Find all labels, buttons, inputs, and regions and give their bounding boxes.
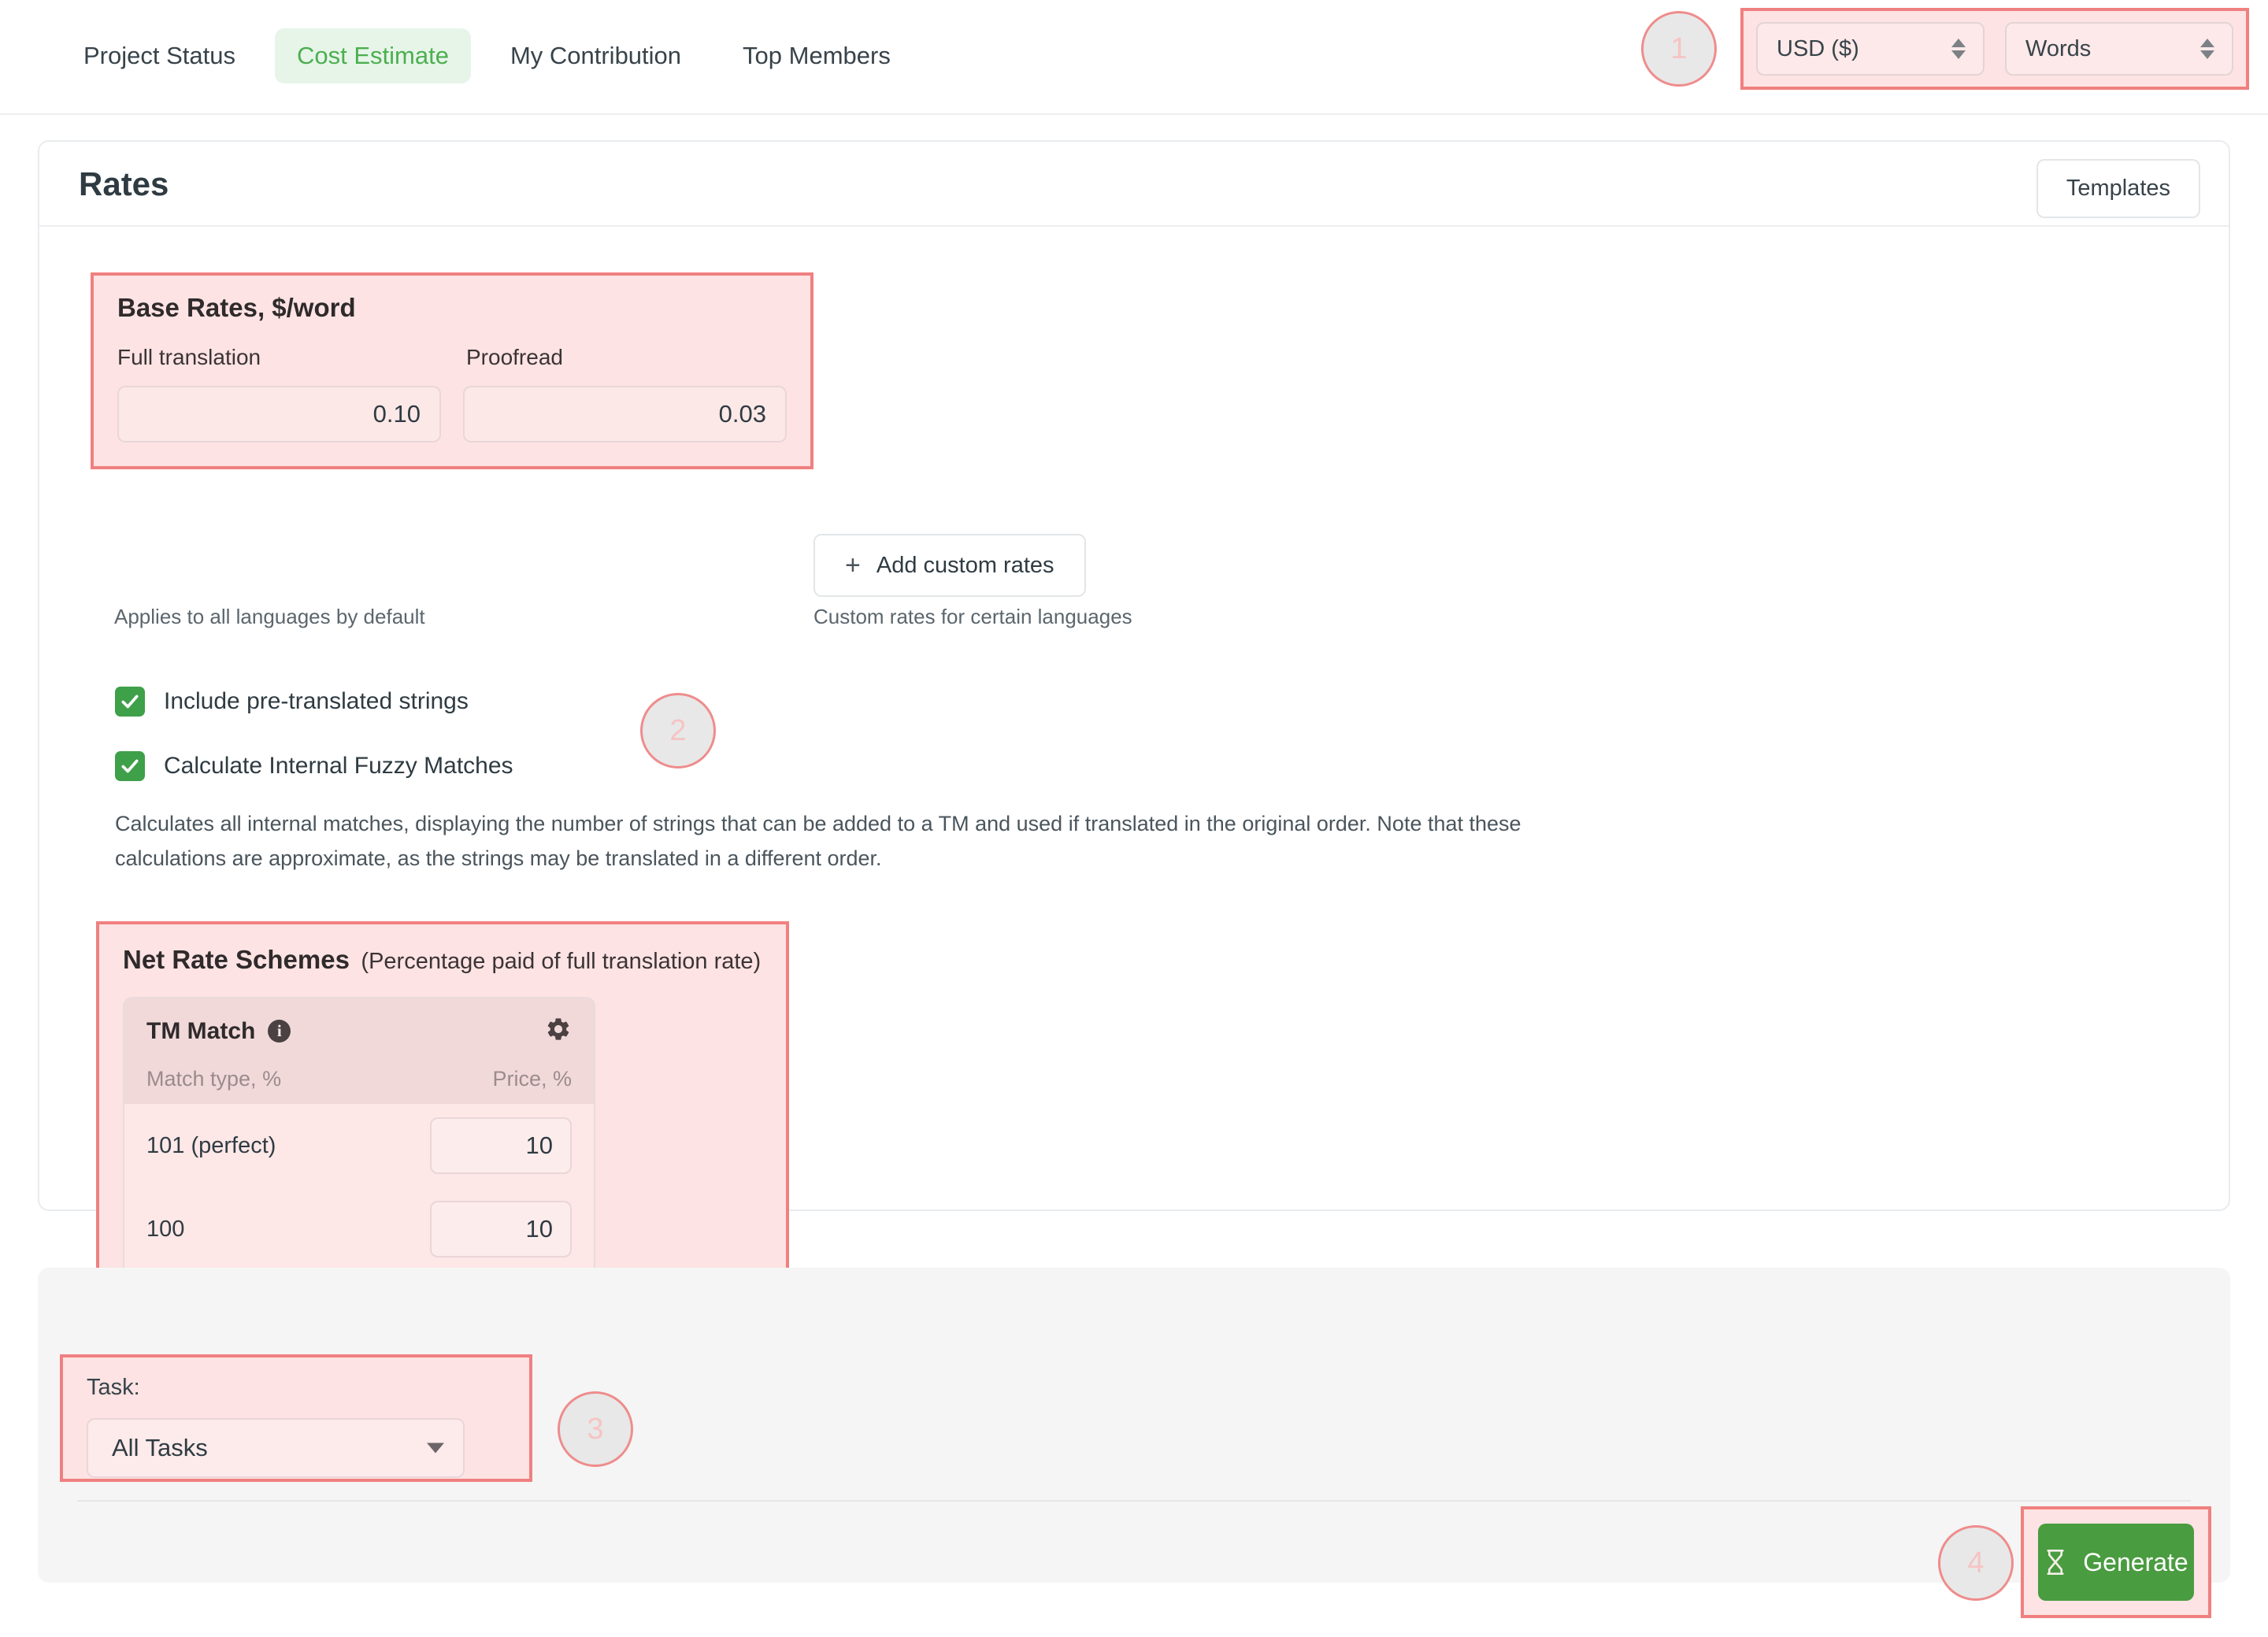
rates-card-header: Rates Templates (39, 142, 2229, 227)
currency-select-value: USD ($) (1777, 36, 1859, 62)
table-row: 101 (perfect) 10 (124, 1104, 594, 1187)
info-icon[interactable]: i (268, 1020, 291, 1043)
custom-rates-hint: Custom rates for certain languages (813, 605, 1132, 629)
add-custom-rates-button[interactable]: + Add custom rates (813, 534, 1086, 597)
hourglass-icon (2044, 1549, 2067, 1576)
checkmark-icon (115, 751, 145, 781)
tab-my-contribution[interactable]: My Contribution (488, 28, 703, 83)
tm-match-title-row: TM Match i (146, 1018, 291, 1045)
annotation-marker-1: 1 (1641, 11, 1717, 87)
updown-chevron-icon (1951, 39, 1966, 59)
annotation-marker-4: 4 (1938, 1525, 2014, 1601)
panel-divider (77, 1500, 2191, 1502)
tab-top-members[interactable]: Top Members (721, 28, 913, 83)
tm-match-card-header: TM Match i Match type, % Price, % (124, 998, 594, 1104)
net-rate-schemes-highlight-box: Net Rate Schemes (Percentage paid of ful… (96, 921, 789, 1321)
price-input[interactable]: 10 (430, 1201, 572, 1257)
checkbox-label: Calculate Internal Fuzzy Matches (164, 753, 513, 780)
gear-icon[interactable] (545, 1016, 572, 1046)
base-rates-labels: Full translation Proofread (117, 345, 787, 370)
top-navigation-bar: Project Status Cost Estimate My Contribu… (0, 0, 2268, 115)
toolbar-right: 1 USD ($) Words (1641, 8, 2249, 90)
fuzzy-matches-description: Calculates all internal matches, display… (115, 807, 1556, 876)
checkbox-include-pretranslated[interactable]: Include pre-translated strings (115, 687, 513, 717)
page-title: Rates (79, 165, 169, 203)
column-header-match-type: Match type, % (146, 1067, 281, 1091)
generate-button-label: Generate (2083, 1548, 2188, 1577)
task-select-value: All Tasks (112, 1434, 208, 1462)
match-type-value: 101 (perfect) (146, 1133, 276, 1159)
chevron-down-icon (427, 1443, 444, 1454)
price-input[interactable]: 10 (430, 1117, 572, 1174)
base-rates-highlight-box: Base Rates, $/word Full translation Proo… (91, 272, 813, 469)
column-header-price: Price, % (492, 1067, 572, 1091)
tab-cost-estimate[interactable]: Cost Estimate (275, 28, 471, 83)
full-translation-input[interactable]: 0.10 (117, 386, 441, 443)
net-rate-schemes-title: Net Rate Schemes (123, 945, 350, 974)
table-row: 100 10 (124, 1187, 594, 1271)
tm-match-title: TM Match (146, 1018, 255, 1045)
annotation-marker-3: 3 (558, 1391, 633, 1467)
generate-button[interactable]: Generate (2038, 1524, 2194, 1601)
generate-panel: Task: All Tasks 3 4 Generate (38, 1268, 2230, 1583)
add-custom-rates-label: Add custom rates (876, 553, 1054, 579)
unit-select[interactable]: Words (2005, 22, 2233, 76)
selects-highlight-box: USD ($) Words (1740, 8, 2249, 90)
task-highlight-box: Task: All Tasks (60, 1354, 532, 1482)
tab-project-status[interactable]: Project Status (61, 28, 258, 83)
full-translation-label: Full translation (117, 345, 466, 370)
plus-icon: + (845, 552, 861, 579)
task-select[interactable]: All Tasks (87, 1418, 465, 1478)
proofread-label: Proofread (466, 345, 563, 370)
proofread-input[interactable]: 0.03 (463, 386, 787, 443)
checkmark-icon (115, 687, 145, 717)
options-checkbox-group: Include pre-translated strings Calculate… (115, 687, 513, 816)
templates-button[interactable]: Templates (2036, 159, 2200, 218)
rates-card: Rates Templates Base Rates, $/word Full … (38, 140, 2230, 1211)
checkbox-calculate-internal-fuzzy-matches[interactable]: Calculate Internal Fuzzy Matches (115, 751, 513, 781)
tab-list: Project Status Cost Estimate My Contribu… (61, 28, 930, 83)
tm-match-scheme-card: TM Match i Match type, % Price, % 101 (p… (123, 997, 595, 1302)
updown-chevron-icon (2200, 39, 2214, 59)
generate-highlight-box: Generate (2021, 1506, 2211, 1618)
net-rate-schemes-heading: Net Rate Schemes (Percentage paid of ful… (123, 945, 786, 975)
net-rate-schemes-subtitle: (Percentage paid of full translation rat… (361, 949, 761, 974)
currency-select[interactable]: USD ($) (1756, 22, 1984, 76)
annotation-marker-2: 2 (640, 693, 716, 769)
task-label: Task: (87, 1375, 506, 1401)
base-rates-title: Base Rates, $/word (117, 293, 787, 323)
unit-select-value: Words (2025, 36, 2091, 62)
base-rates-hint: Applies to all languages by default (114, 605, 425, 629)
match-type-value: 100 (146, 1217, 184, 1243)
checkbox-label: Include pre-translated strings (164, 688, 469, 715)
base-rates-inputs: 0.10 0.03 (117, 386, 787, 443)
